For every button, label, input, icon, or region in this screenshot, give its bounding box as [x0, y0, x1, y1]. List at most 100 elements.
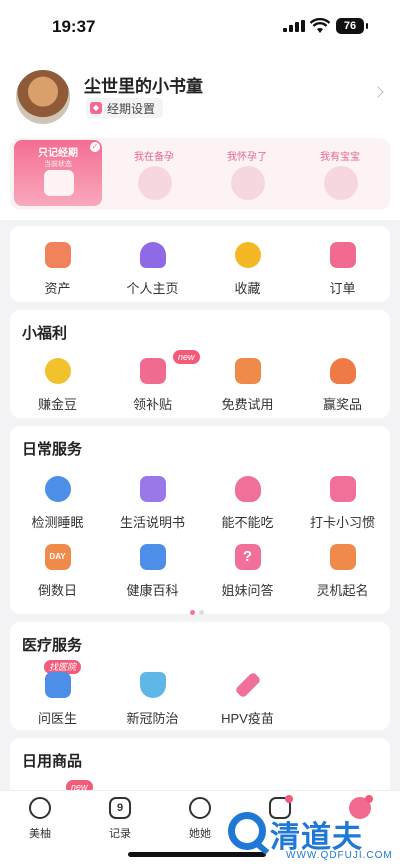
welfare-label: 赢奖品 [322, 397, 362, 412]
medical-covid[interactable]: 新冠防治 [105, 672, 200, 727]
service-sleep[interactable]: 检测睡眠 [10, 476, 105, 531]
medical-title: 医疗服务 [22, 637, 83, 654]
medical-services-card: 医疗服务 找医院 问医生 新冠防治 HPV疫苗 [10, 622, 390, 730]
quick-link-homepage[interactable]: 个人主页 [105, 242, 200, 297]
quick-link-label: 订单 [329, 281, 356, 296]
notification-dot [285, 795, 293, 803]
service-label: 能不能吃 [221, 515, 274, 530]
stage-sublabel: 当前状态 [44, 161, 72, 168]
daily-services-card: 日常服务 检测睡眠 生活说明书 能不能吃 打卡小习惯 DAY 倒数日 健康百科 … [10, 426, 390, 615]
prize-bag-icon [329, 358, 356, 384]
battery-icon: 76 [336, 18, 368, 34]
service-label: 姐妹问答 [221, 583, 274, 598]
signal-icon [283, 20, 305, 32]
quick-links-card: 资产 个人主页 收藏 订单 [10, 226, 390, 302]
medical-label: 问医生 [37, 711, 77, 726]
checkin-icon [329, 476, 356, 502]
welfare-label: 赚金豆 [37, 397, 77, 412]
welfare-win-prizes[interactable]: 赢奖品 [295, 358, 390, 413]
tab-record[interactable]: 9 记录 [80, 797, 160, 841]
stage-label: 我有宝宝 [320, 152, 360, 163]
star-icon [234, 242, 261, 268]
welfare-label: 免费试用 [221, 397, 274, 412]
stage-label: 我怀孕了 [227, 152, 267, 163]
doctor-icon [44, 672, 71, 698]
countdown-icon: DAY [44, 544, 71, 570]
service-habit-checkin[interactable]: 打卡小习惯 [295, 476, 390, 531]
profile-section: 尘世里的小书童 ◆ 经期设置 ✓ 只记经期 当前状态 我在备孕 我怀孕了 我有宝… [0, 52, 400, 220]
service-can-eat[interactable]: 能不能吃 [200, 476, 295, 531]
watermark-url: WWW.QDFUJI.COM [286, 850, 393, 861]
quick-link-assets[interactable]: 资产 [10, 242, 105, 297]
trial-bag-icon [234, 358, 261, 384]
service-label: 检测睡眠 [31, 515, 84, 530]
new-badge: new [173, 350, 200, 364]
service-encyclopedia[interactable]: 健康百科 [105, 544, 200, 599]
quick-link-favorites[interactable]: 收藏 [200, 242, 295, 297]
covid-shield-icon [139, 672, 166, 698]
notification-dot [365, 795, 373, 803]
medical-hpv-vaccine[interactable]: HPV疫苗 [200, 671, 295, 727]
life-stage-selector: ✓ 只记经期 当前状态 我在备孕 我怀孕了 我有宝宝 [10, 138, 390, 210]
medical-label: HPV疫苗 [221, 711, 274, 726]
encyclopedia-icon [139, 544, 166, 570]
daily-title: 日常服务 [22, 441, 83, 458]
chevron-right-icon[interactable] [372, 86, 384, 98]
medical-label: 新冠防治 [126, 711, 179, 726]
stage-pregnant[interactable]: 我怀孕了 [203, 144, 291, 208]
service-label: 倒数日 [37, 583, 77, 598]
tab-meiyou[interactable]: 美柚 [0, 797, 80, 841]
service-label: 健康百科 [126, 583, 179, 598]
manual-icon [139, 476, 166, 502]
avatar[interactable] [16, 70, 70, 124]
stage-label: 只记经期 [38, 148, 78, 159]
person-icon [139, 242, 166, 268]
pregnant-woman-icon [231, 166, 265, 200]
medical-ask-doctor[interactable]: 找医院 问医生 [10, 660, 105, 727]
quick-link-label: 个人主页 [126, 281, 179, 296]
service-label: 灵机起名 [316, 583, 369, 598]
wifi-icon [310, 18, 330, 33]
vaccine-icon [234, 671, 261, 699]
quick-link-orders[interactable]: 订单 [295, 242, 390, 297]
community-icon [189, 797, 211, 819]
quick-link-label: 资产 [44, 281, 71, 296]
status-bar: 19:37 76 [0, 0, 400, 52]
service-countdown[interactable]: DAY 倒数日 [10, 544, 105, 599]
mother-baby-icon [324, 166, 358, 200]
stage-period-only[interactable]: ✓ 只记经期 当前状态 [14, 140, 102, 206]
welfare-card: 小福利 赚金豆 new 领补贴 免费试用 赢奖品 [10, 310, 390, 418]
tab-label: 美柚 [29, 828, 51, 840]
sleep-icon [44, 476, 71, 502]
question-icon: ? [234, 544, 261, 570]
username[interactable]: 尘世里的小书童 [84, 72, 203, 97]
subsidy-icon [139, 358, 166, 384]
naming-icon [329, 544, 356, 570]
calendar-icon: 9 [109, 797, 131, 819]
watermark: 清道夫 WWW.QDFUJI.COM [226, 808, 396, 866]
welfare-earn-beans[interactable]: 赚金豆 [10, 358, 105, 413]
pregnancy-test-icon [138, 166, 172, 200]
quick-link-label: 收藏 [234, 281, 261, 296]
service-manual[interactable]: 生活说明书 [105, 476, 200, 531]
bean-icon [44, 358, 71, 384]
service-naming[interactable]: 灵机起名 [295, 544, 390, 599]
service-label: 生活说明书 [119, 515, 185, 530]
welfare-title: 小福利 [22, 325, 68, 342]
stage-trying[interactable]: 我在备孕 [110, 144, 198, 208]
page-indicator [190, 602, 208, 620]
goods-title: 日用商品 [22, 753, 83, 770]
watermark-logo-icon [228, 812, 266, 850]
stage-have-baby[interactable]: 我有宝宝 [296, 144, 384, 208]
welfare-subsidy[interactable]: new 领补贴 [105, 350, 200, 413]
status-time: 19:37 [52, 17, 96, 36]
welfare-free-trial[interactable]: 免费试用 [200, 358, 295, 413]
wallet-icon [44, 242, 71, 268]
welfare-label: 领补贴 [132, 397, 172, 412]
period-settings-button[interactable]: ◆ 经期设置 [86, 98, 164, 118]
service-sister-qa[interactable]: ? 姐妹问答 [200, 544, 295, 599]
period-settings-label: 经期设置 [107, 101, 156, 116]
calendar-icon [44, 170, 74, 196]
tab-label: 记录 [109, 828, 131, 840]
order-icon [329, 242, 356, 268]
